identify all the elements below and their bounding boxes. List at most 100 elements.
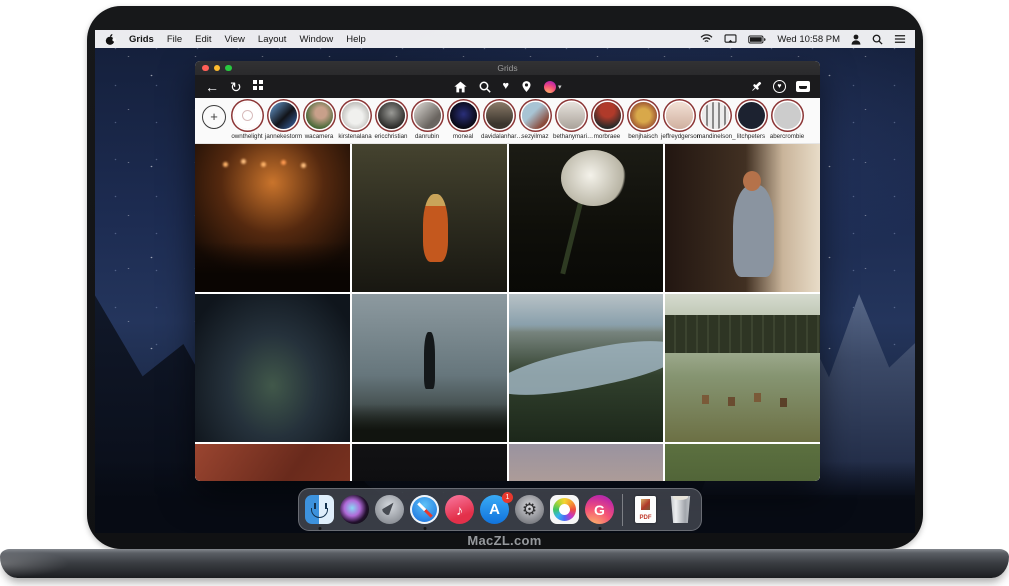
story-username: wacamera	[301, 133, 337, 140]
refresh-button[interactable]: ↻	[230, 80, 242, 94]
locations-button[interactable]	[521, 80, 532, 93]
story-item[interactable]: ericchristian	[373, 102, 409, 140]
photo-woman-in-lake[interactable]	[352, 294, 507, 442]
story-item[interactable]: ownthelight	[229, 102, 265, 140]
window-titlebar[interactable]: Grids	[195, 61, 820, 75]
grids-icon: G	[585, 495, 614, 524]
grid-view-button[interactable]	[253, 80, 257, 84]
dock-item-pdf-file[interactable]: PDF	[631, 495, 660, 524]
photo-river-through-forest[interactable]	[509, 294, 664, 442]
account-menu-button[interactable]: ▾	[544, 81, 562, 93]
photo-rust-texture[interactable]	[195, 444, 350, 481]
pdf-label: PDF	[635, 515, 656, 521]
photo-grid	[195, 144, 820, 481]
pdf-file-icon: PDF	[635, 496, 656, 523]
story-item[interactable]: wacamera	[301, 102, 337, 140]
dock-item-grids[interactable]: G	[585, 495, 614, 524]
story-avatar	[270, 102, 297, 129]
battery-icon[interactable]	[748, 35, 766, 44]
menu-bar-clock[interactable]: Wed 10:58 PM	[777, 34, 840, 45]
menu-item-layout[interactable]: Layout	[258, 34, 287, 45]
story-username: ericchristian	[373, 133, 409, 140]
story-item[interactable]: moneal	[445, 102, 481, 140]
story-avatar	[774, 102, 801, 129]
story-username: litchpeters	[733, 133, 769, 140]
story-item[interactable]: jeffreydgerson	[661, 102, 697, 140]
dock-item-siri[interactable]	[340, 495, 369, 524]
macbook-base	[0, 549, 1009, 578]
wifi-icon[interactable]	[700, 34, 713, 44]
photo-concert-stage-lights[interactable]	[195, 144, 350, 292]
menu-item-window[interactable]: Window	[299, 34, 333, 45]
add-account-button[interactable]: +	[202, 105, 226, 129]
dock: ♪A1⚙ G PDF	[298, 488, 702, 531]
menu-item-help[interactable]: Help	[346, 34, 366, 45]
menu-item-edit[interactable]: Edit	[195, 34, 211, 45]
photo-boy-by-window[interactable]	[665, 144, 820, 292]
story-username: danrubin	[409, 133, 445, 140]
story-avatar	[378, 102, 405, 129]
menu-item-view[interactable]: View	[225, 34, 245, 45]
menu-bar: Grids File Edit View Layout Window Help	[95, 30, 915, 48]
account-avatar	[544, 81, 556, 93]
story-username: moneal	[445, 133, 481, 140]
dock-item-safari[interactable]	[410, 495, 439, 524]
photo-dark-frame[interactable]	[352, 444, 507, 481]
story-item[interactable]: litchpeters	[733, 102, 769, 140]
story-item[interactable]: mandinelson_	[697, 102, 733, 140]
photo-woman-orange-dress-field[interactable]	[352, 144, 507, 292]
likes-button[interactable]: ♥	[502, 81, 509, 92]
system-preferences-icon: ⚙	[515, 495, 544, 524]
menu-item-grids[interactable]: Grids	[129, 34, 154, 45]
story-username: mandinelson_	[697, 133, 733, 140]
story-item[interactable]: benjhaisch	[625, 102, 661, 140]
back-button[interactable]: ←	[205, 80, 219, 94]
stories-bar: + ownthelightjannekestormwacamerakirsten…	[195, 98, 820, 144]
story-item[interactable]: danrubin	[409, 102, 445, 140]
photo-green-forest[interactable]	[665, 444, 820, 481]
menu-bar-left: Grids File Edit View Layout Window Help	[104, 33, 366, 46]
display-mirroring-icon[interactable]	[724, 34, 737, 44]
running-indicator	[423, 527, 426, 530]
photo-deer-in-meadow[interactable]	[665, 294, 820, 442]
story-avatar	[702, 102, 729, 129]
trash-icon	[669, 496, 692, 523]
photo-white-flower-dark[interactable]	[509, 144, 664, 292]
photo-storm-clouds-valley[interactable]	[195, 294, 350, 442]
search-button[interactable]	[478, 81, 490, 93]
story-item[interactable]: davidalanhar…	[481, 102, 517, 140]
menu-item-file[interactable]: File	[167, 34, 182, 45]
notification-center-icon[interactable]	[894, 34, 906, 44]
pin-button[interactable]	[750, 80, 763, 93]
dock-item-itunes[interactable]: ♪	[445, 495, 474, 524]
story-item[interactable]: jannekestorm	[265, 102, 301, 140]
story-item[interactable]: bethanymari…	[553, 102, 589, 140]
user-icon[interactable]	[851, 34, 861, 45]
running-indicator	[318, 527, 321, 530]
notification-badge: 1	[502, 492, 513, 503]
story-item[interactable]: morbraee	[589, 102, 625, 140]
story-item[interactable]: sezyilmaz	[517, 102, 553, 140]
dock-item-launchpad[interactable]	[375, 495, 404, 524]
story-username: davidalanhar…	[481, 133, 517, 140]
menu-bar-status: Wed 10:58 PM	[700, 34, 906, 45]
photo-sunset-clouds[interactable]	[509, 444, 664, 481]
siri-icon	[340, 495, 369, 524]
apple-menu-icon[interactable]	[104, 33, 116, 46]
dock-item-photos[interactable]	[550, 495, 579, 524]
spotlight-search-icon[interactable]	[872, 34, 883, 45]
story-item[interactable]: kirstenalana	[337, 102, 373, 140]
story-username: sezyilmaz	[517, 133, 553, 140]
dock-item-finder[interactable]	[305, 495, 334, 524]
story-avatar	[234, 102, 261, 129]
dock-item-app-store[interactable]: A1	[480, 495, 509, 524]
activity-button[interactable]: ♥	[773, 80, 786, 93]
story-username: abercrombie	[769, 133, 805, 140]
story-username: bethanymari…	[553, 133, 589, 140]
home-button[interactable]	[453, 81, 466, 93]
inbox-button[interactable]	[796, 81, 810, 92]
story-avatar	[414, 102, 441, 129]
story-item[interactable]: abercrombie	[769, 102, 805, 140]
dock-item-trash[interactable]	[666, 495, 695, 524]
dock-item-system-preferences[interactable]: ⚙	[515, 495, 544, 524]
